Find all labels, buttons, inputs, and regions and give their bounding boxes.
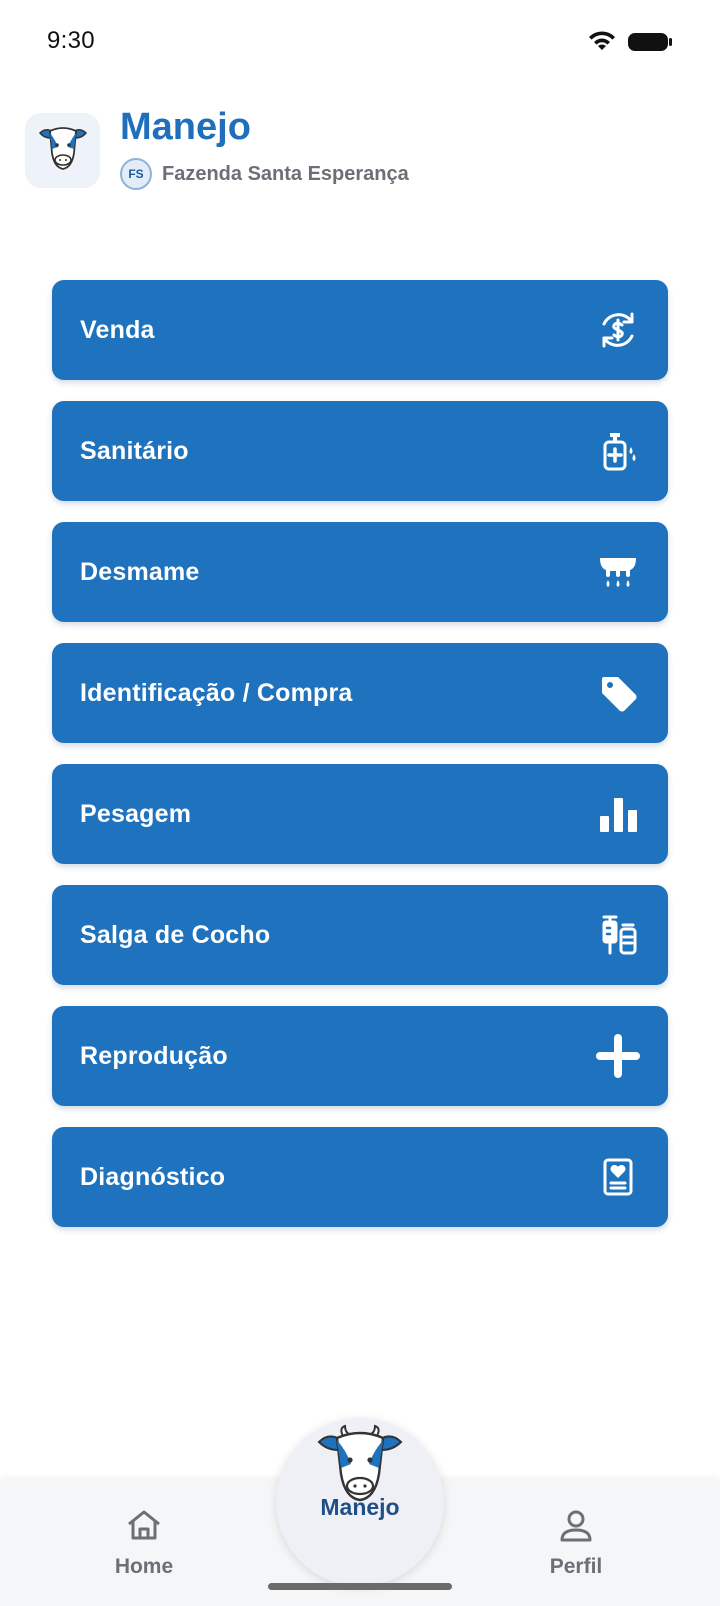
menu-item-reproducao[interactable]: Reprodução: [52, 1006, 668, 1106]
menu-item-label: Pesagem: [80, 799, 192, 828]
menu-item-label: Venda: [80, 315, 155, 344]
nav-manejo[interactable]: Manejo: [276, 1418, 444, 1586]
status-time: 9:30: [47, 27, 95, 54]
wifi-icon: [587, 30, 617, 59]
dollar-cycle-icon: [596, 308, 640, 352]
menu-item-diagnostico[interactable]: Diagnóstico: [52, 1127, 668, 1227]
home-indicator[interactable]: [268, 1583, 452, 1590]
menu-item-venda[interactable]: Venda: [52, 280, 668, 380]
nav-home-label: Home: [114, 1555, 174, 1578]
status-bar: 9:30: [0, 0, 720, 86]
farm-name: Fazenda Santa Esperança: [162, 162, 409, 185]
sanitizer-icon: [596, 429, 640, 473]
farm-selector[interactable]: FS Fazenda Santa Esperança: [120, 158, 409, 190]
app-logo: [25, 113, 100, 188]
menu-item-desmame[interactable]: Desmame: [52, 522, 668, 622]
medical-report-icon: [596, 1155, 640, 1199]
home-icon: [125, 1508, 163, 1547]
nav-manejo-label: Manejo: [320, 1494, 400, 1520]
plus-icon: [596, 1034, 640, 1078]
menu-item-salga-de-cocho[interactable]: Salga de Cocho: [52, 885, 668, 985]
status-icons: [587, 30, 673, 59]
menu-item-label: Reprodução: [80, 1041, 228, 1070]
farm-badge: FS: [120, 158, 152, 190]
cow-logo-icon: [36, 123, 90, 178]
menu-item-label: Diagnóstico: [80, 1162, 226, 1191]
page-title: Manejo: [120, 106, 251, 148]
battery-icon: [627, 30, 673, 59]
menu-item-label: Identificação / Compra: [80, 678, 353, 707]
menu-item-label: Salga de Cocho: [80, 920, 271, 949]
nav-home[interactable]: Home: [104, 1508, 184, 1579]
nav-perfil[interactable]: Perfil: [536, 1508, 616, 1579]
bar-chart-icon: [596, 792, 640, 836]
menu-item-label: Desmame: [80, 557, 200, 586]
menu-item-sanitario[interactable]: Sanitário: [52, 401, 668, 501]
menu-item-pesagem[interactable]: Pesagem: [52, 764, 668, 864]
manejo-menu: Venda Sanitário Desmame Identificação / …: [52, 280, 668, 1248]
udder-drops-icon: [596, 550, 640, 594]
tag-icon: [596, 671, 640, 715]
nav-perfil-label: Perfil: [549, 1555, 603, 1578]
user-icon: [558, 1508, 594, 1547]
menu-item-identificacao[interactable]: Identificação / Compra: [52, 643, 668, 743]
syringe-vial-icon: [596, 913, 640, 957]
menu-item-label: Sanitário: [80, 436, 189, 465]
